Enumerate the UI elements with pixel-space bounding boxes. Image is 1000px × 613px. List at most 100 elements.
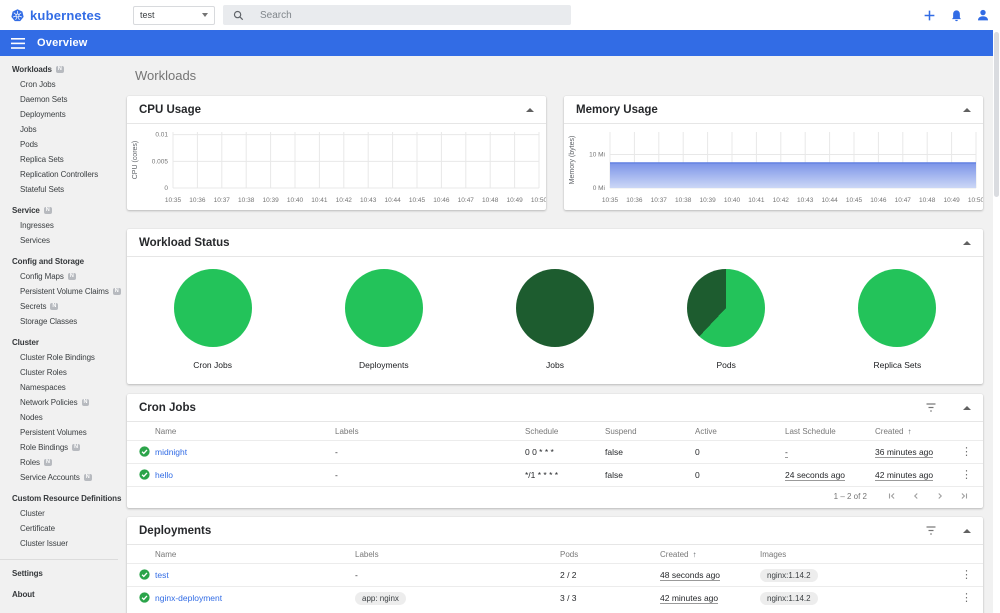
column-header-images[interactable]: Images [760,550,920,559]
first-page-button[interactable] [887,491,897,501]
search-input[interactable] [258,8,518,22]
sidebar-item-persistent-volume-claims[interactable]: Persistent Volume Claims N [0,284,121,299]
pie-chart-replica-sets[interactable] [858,269,937,347]
sidebar-item-services[interactable]: Services [0,233,118,248]
previous-page-button[interactable] [911,491,921,501]
sidebar-section-cluster[interactable]: Cluster [0,335,118,350]
column-header-pods[interactable]: Pods [560,550,660,559]
sidebar-item-deployments[interactable]: Deployments [0,107,118,122]
resource-link[interactable]: test [155,570,169,580]
cell-text: - [355,570,358,580]
svg-text:10:42: 10:42 [336,197,353,204]
sidebar-item-network-policies[interactable]: Network Policies N [0,395,118,410]
sidebar-item-label: Cluster Role Bindings [20,353,95,362]
sidebar-item-role-bindings[interactable]: Role Bindings N [0,440,118,455]
sidebar-item-storage-classes[interactable]: Storage Classes [0,314,118,329]
sidebar-section-service[interactable]: Service N [0,203,118,218]
toolbar-title: Overview [37,37,88,49]
svg-text:10:41: 10:41 [748,197,765,204]
sidebar-item-daemon-sets[interactable]: Daemon Sets [0,92,118,107]
column-header-labels[interactable]: Labels [355,550,560,559]
last-page-button[interactable] [959,491,969,501]
filter-icon[interactable] [925,403,937,412]
column-header-labels[interactable]: Labels [335,427,525,436]
sidebar-item-label: About [12,590,35,599]
cell-text: 2 / 2 [560,570,577,580]
sidebar-item-service-accounts[interactable]: Service Accounts N [0,470,118,485]
column-header-name[interactable]: Name [155,550,355,559]
sidebar-section-custom-resource-definitions[interactable]: Custom Resource Definitions [0,491,121,506]
sidebar-item-cluster[interactable]: Cluster [0,506,118,521]
kebab-menu-button[interactable]: ⋮ [961,569,972,581]
column-header-schedule[interactable]: Schedule [525,427,605,436]
sidebar-item-settings[interactable]: Settings [0,566,118,581]
sidebar-item-namespaces[interactable]: Namespaces [0,380,118,395]
column-header-suspend[interactable]: Suspend [605,427,695,436]
column-header-name[interactable]: Name [155,427,335,436]
pie-chart-deployments[interactable] [344,269,423,347]
deployments-card: Deployments Name Labels Pods Created ↑ Images… [127,517,983,613]
sidebar-item-persistent-volumes[interactable]: Persistent Volumes [0,425,118,440]
sidebar-item-replication-controllers[interactable]: Replication Controllers [0,167,118,182]
account-button[interactable] [976,8,990,22]
cell-images: nginx:1.14.2 [760,591,920,605]
sidebar-item-pods[interactable]: Pods [0,137,118,152]
resource-link[interactable]: midnight [155,447,187,457]
column-header-active[interactable]: Active [695,427,785,436]
sidebar-item-cluster-issuer[interactable]: Cluster Issuer [0,536,118,551]
kebab-menu-button[interactable]: ⋮ [961,446,972,458]
bell-icon [951,9,961,21]
cell-text: 0 [695,470,700,480]
status-cell [139,468,155,482]
sidebar-item-nodes[interactable]: Nodes [0,410,118,425]
sidebar-divider [0,559,118,560]
pie-chart-cron-jobs[interactable] [173,269,252,347]
cell-text: 3 / 3 [560,593,577,603]
resource-link[interactable]: nginx-deployment [155,593,222,603]
page-scrollbar[interactable] [993,30,1000,613]
sidebar-section-workloads[interactable]: Workloads N [0,62,118,77]
sidebar-item-ingresses[interactable]: Ingresses [0,218,118,233]
search-bar[interactable] [223,5,571,25]
sidebar-section-config-and-storage[interactable]: Config and Storage [0,254,118,269]
kebab-menu-button[interactable]: ⋮ [961,592,972,604]
resource-link[interactable]: hello [155,470,173,480]
collapse-caret-icon[interactable] [963,528,971,533]
sidebar-item-stateful-sets[interactable]: Stateful Sets [0,182,118,197]
next-page-button[interactable] [935,491,945,501]
kubernetes-logo[interactable]: kubernetes [0,8,118,23]
add-resource-button[interactable] [922,8,936,22]
collapse-caret-icon[interactable] [963,107,971,112]
notifications-button[interactable] [949,8,963,22]
sidebar-item-cron-jobs[interactable]: Cron Jobs [0,77,118,92]
svg-text:10:42: 10:42 [773,197,790,204]
sidebar-item-cluster-role-bindings[interactable]: Cluster Role Bindings [0,350,118,365]
menu-button[interactable] [0,37,25,49]
sidebar-item-label: Cluster [20,509,45,518]
column-header-created[interactable]: Created ↑ [660,550,760,559]
collapse-caret-icon[interactable] [963,405,971,410]
top-header: kubernetes test [0,0,1000,30]
sidebar-item-about[interactable]: About [0,587,118,602]
sidebar-item-roles[interactable]: Roles N [0,455,118,470]
pie-chart-jobs[interactable] [516,269,594,347]
column-header-last-schedule[interactable]: Last Schedule [785,427,875,436]
column-header-created[interactable]: Created ↑ [875,427,960,436]
sidebar-item-certificate[interactable]: Certificate [0,521,118,536]
namespace-selector[interactable]: test [133,5,215,25]
pie-chart-pods[interactable] [687,269,766,347]
collapse-caret-icon[interactable] [526,107,534,112]
sidebar-item-cluster-roles[interactable]: Cluster Roles [0,365,118,380]
sidebar-item-secrets[interactable]: Secrets N [0,299,118,314]
sidebar-item-replica-sets[interactable]: Replica Sets [0,152,118,167]
svg-text:10:47: 10:47 [458,197,475,204]
svg-text:10:38: 10:38 [675,197,692,204]
sidebar-item-jobs[interactable]: Jobs [0,122,118,137]
filter-icon[interactable] [925,526,937,535]
table-row: hello - */1 * * * * false 0 24 seconds ago 42 … [127,463,983,486]
collapse-caret-icon[interactable] [963,240,971,245]
sidebar-item-config-maps[interactable]: Config Maps N [0,269,118,284]
scrollbar-thumb[interactable] [994,32,999,197]
sidebar-item-label: Cron Jobs [20,80,56,89]
kebab-menu-button[interactable]: ⋮ [961,469,972,481]
